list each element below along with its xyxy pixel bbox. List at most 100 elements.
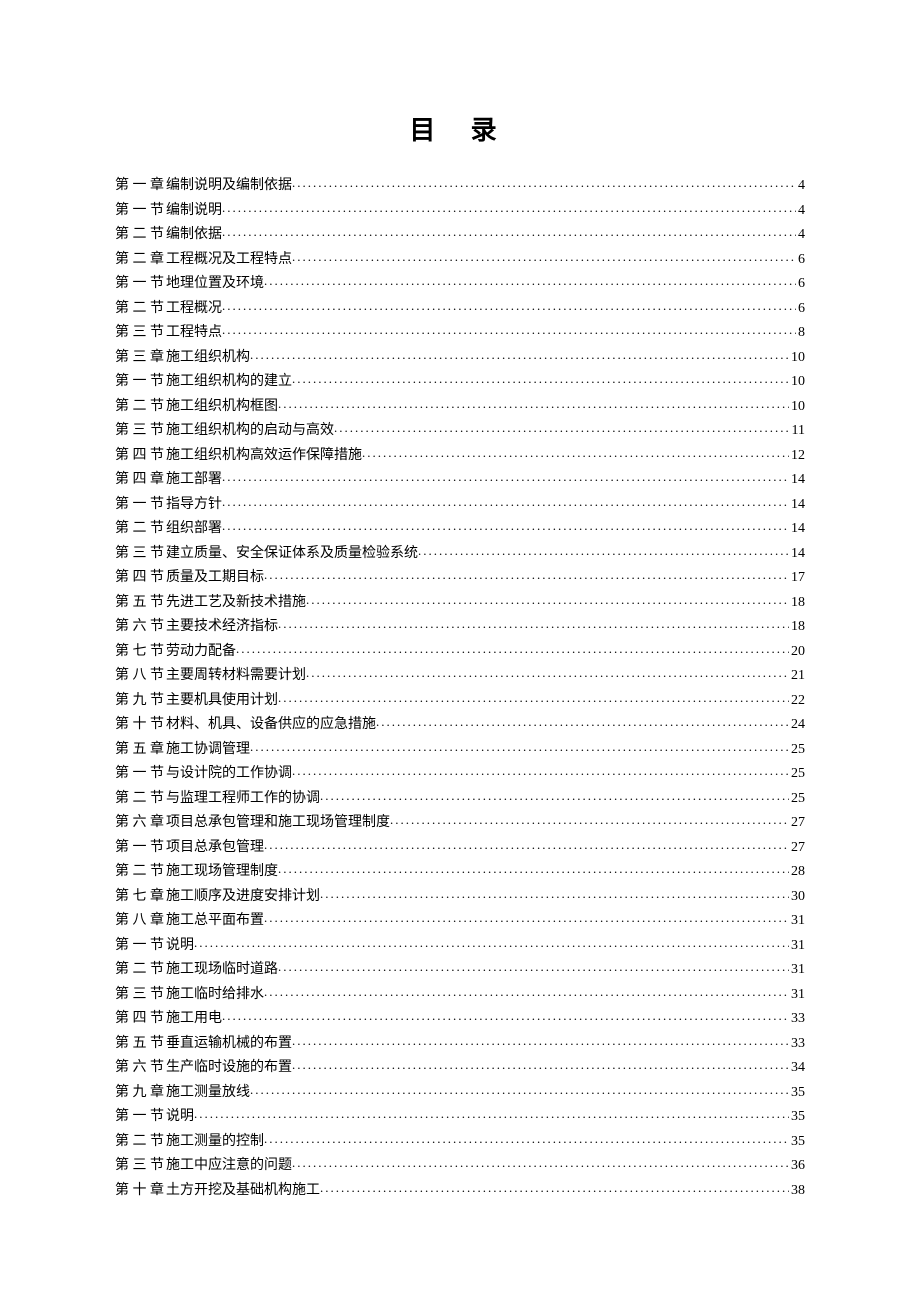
toc-entry-title: 与设计院的工作协调 [166, 767, 292, 781]
toc-label: 第 二 章 [115, 253, 166, 267]
toc-label: 第 八 章 [115, 914, 166, 928]
toc-label: 第 一 节 [115, 498, 166, 512]
toc-entry-title: 施工部署 [166, 473, 222, 487]
toc-entry-title: 地理位置及环境 [166, 277, 264, 291]
toc-leader-dots [194, 1106, 789, 1120]
toc-row: 第 三 节 工程特点8 [115, 322, 805, 347]
toc-row: 第 五 节 垂直运输机械的布置33 [115, 1033, 805, 1058]
toc-entry-title: 组织部署 [166, 522, 222, 536]
toc-label: 第 三 节 [115, 988, 166, 1002]
toc-page-number: 31 [789, 988, 805, 1002]
toc-row: 第 六 章 项目总承包管理和施工现场管理制度27 [115, 812, 805, 837]
toc-row: 第 一 节 施工组织机构的建立10 [115, 371, 805, 396]
toc-row: 第 一 节 与设计院的工作协调 25 [115, 763, 805, 788]
toc-page-number: 24 [789, 718, 805, 732]
toc-page-number: 4 [796, 228, 805, 242]
toc-label: 第 三 章 [115, 351, 166, 365]
toc-row: 第 四 节 施工组织机构高效运作保障措施12 [115, 445, 805, 470]
toc-label: 第 二 节 [115, 522, 166, 536]
toc-label: 第 三 节 [115, 547, 166, 561]
toc-leader-dots [292, 249, 796, 263]
toc-label: 第 四 章 [115, 473, 166, 487]
toc-page-number: 38 [789, 1184, 805, 1198]
toc-label: 第 十 章 [115, 1184, 166, 1198]
toc-entry-title: 施工组织机构 [166, 351, 250, 365]
toc-page-number: 18 [789, 620, 805, 634]
toc-leader-dots [292, 175, 796, 189]
toc-label: 第 六 节 [115, 620, 166, 634]
toc-page-number: 25 [789, 743, 805, 757]
toc-entry-title: 工程概况 [166, 302, 222, 316]
toc-label: 第 二 节 [115, 865, 166, 879]
toc-page-number: 4 [796, 179, 805, 193]
toc-page-number: 18 [789, 596, 805, 610]
toc-leader-dots [278, 959, 789, 973]
toc-label: 第 二 节 [115, 228, 166, 242]
toc-entry-title: 主要机具使用计划 [166, 694, 278, 708]
toc-entry-title: 施工用电 [166, 1012, 222, 1026]
toc-entry-title: 与监理工程师工作的协调 [166, 792, 320, 806]
toc-entry-title: 质量及工期目标 [166, 571, 264, 585]
toc-page-number: 35 [789, 1086, 805, 1100]
toc-leader-dots [264, 837, 789, 851]
toc-page-number: 36 [789, 1159, 805, 1173]
toc-row: 第 二 章 工程概况及工程特点6 [115, 249, 805, 274]
toc-leader-dots [222, 224, 796, 238]
toc-page-number: 30 [789, 890, 805, 904]
toc-page-number: 31 [789, 914, 805, 928]
toc-row: 第 三 节 施工中应注意的问题36 [115, 1155, 805, 1180]
toc-leader-dots [278, 861, 789, 875]
toc-row: 第 六 节 主要技术经济指标18 [115, 616, 805, 641]
toc-label: 第 三 节 [115, 326, 166, 340]
toc-row: 第 一 节 指导方针14 [115, 494, 805, 519]
toc-entry-title: 编制依据 [166, 228, 222, 242]
toc-page-number: 22 [789, 694, 805, 708]
toc-entry-title: 项目总承包管理 [166, 841, 264, 855]
toc-row: 第 五 节 先进工艺及新技术措施18 [115, 592, 805, 617]
toc-leader-dots [250, 347, 789, 361]
toc-row: 第 二 节 施工现场管理制度 28 [115, 861, 805, 886]
toc-entry-title: 土方开挖及基础机构施工 [166, 1184, 320, 1198]
toc-leader-dots [222, 322, 796, 336]
page-title: 目 录 [115, 110, 805, 147]
toc-leader-dots [222, 200, 796, 214]
toc-row: 第 一 章 编制说明及编制依据4 [115, 175, 805, 200]
toc-page-number: 25 [789, 792, 805, 806]
toc-leader-dots [306, 592, 789, 606]
toc-row: 第 九 章 施工测量放线35 [115, 1082, 805, 1107]
toc-entry-title: 施工现场管理制度 [166, 865, 278, 879]
toc-entry-title: 主要周转材料需要计划 [166, 669, 306, 683]
toc-page-number: 25 [789, 767, 805, 781]
toc-label: 第 五 章 [115, 743, 166, 757]
toc-entry-title: 施工现场临时道路 [166, 963, 278, 977]
toc-label: 第 二 节 [115, 400, 166, 414]
toc-page-number: 10 [789, 375, 805, 389]
toc-entry-title: 施工组织机构框图 [166, 400, 278, 414]
toc-page-number: 6 [796, 302, 805, 316]
toc-entry-title: 建立质量、安全保证体系及质量检验系统 [166, 547, 418, 561]
toc-row: 第 一 节 地理位置及环境6 [115, 273, 805, 298]
toc-row: 第 五 章 施工协调管理25 [115, 739, 805, 764]
toc-page-number: 12 [789, 449, 805, 463]
toc-label: 第 四 节 [115, 449, 166, 463]
toc-leader-dots [278, 690, 789, 704]
toc-leader-dots [250, 1082, 789, 1096]
toc-row: 第 六 节 生产临时设施的布置34 [115, 1057, 805, 1082]
toc-row: 第 十 章 土方开挖及基础机构施工 38 [115, 1180, 805, 1205]
toc-leader-dots [292, 1057, 789, 1071]
toc-leader-dots [320, 1180, 789, 1194]
toc-label: 第 一 节 [115, 767, 166, 781]
toc-leader-dots [250, 739, 789, 753]
toc-entry-title: 施工测量放线 [166, 1086, 250, 1100]
toc-page-number: 31 [789, 939, 805, 953]
toc-page-number: 6 [796, 277, 805, 291]
toc-row: 第 二 节 工程概况6 [115, 298, 805, 323]
toc-label: 第 二 节 [115, 1135, 166, 1149]
toc-leader-dots [222, 1008, 789, 1022]
toc-page-number: 28 [789, 865, 805, 879]
toc-entry-title: 说明 [166, 939, 194, 953]
toc-leader-dots [334, 420, 790, 434]
toc-leader-dots [292, 371, 789, 385]
toc-entry-title: 施工组织机构的建立 [166, 375, 292, 389]
toc-entry-title: 施工中应注意的问题 [166, 1159, 292, 1173]
